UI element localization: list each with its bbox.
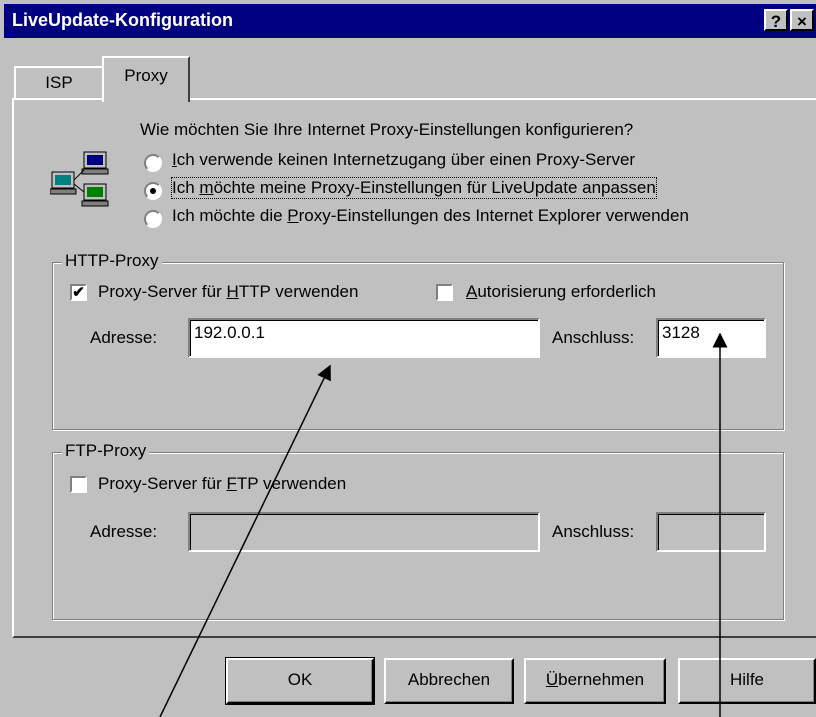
radio-custom-proxy-label[interactable]: Ich möchte meine Proxy-Einstellungen für…	[171, 177, 657, 199]
http-port-input[interactable]: 3128	[656, 318, 766, 358]
cancel-button[interactable]: Abbrechen	[384, 658, 514, 704]
radio-no-proxy[interactable]	[144, 154, 162, 172]
proxy-question: Wie möchten Sie Ihre Internet Proxy-Eins…	[140, 120, 634, 139]
http-proxy-checkbox-label[interactable]: Proxy-Server für HTTP verwenden	[98, 282, 358, 302]
tab-isp[interactable]: ISP	[14, 66, 104, 100]
window-title: LiveUpdate-Konfiguration	[12, 10, 233, 30]
help-dialog-button[interactable]: Hilfe	[678, 658, 816, 704]
radio-ie-proxy-label[interactable]: Ich möchte die Proxy-Einstellungen des I…	[172, 206, 689, 226]
auth-required-label[interactable]: Autorisierung erforderlich	[466, 282, 656, 302]
http-proxy-legend: HTTP-Proxy	[62, 251, 162, 271]
http-address-input[interactable]: 192.0.0.1	[188, 318, 540, 358]
apply-button[interactable]: Übernehmen	[524, 658, 666, 704]
check-mark-icon: ✔	[72, 284, 85, 301]
radio-ie-proxy[interactable]	[144, 210, 162, 228]
network-computers-icon	[50, 151, 109, 207]
radio-custom-proxy[interactable]	[144, 182, 162, 200]
dialog-window: LiveUpdate-Konfiguration ? × ISP Proxy W…	[0, 0, 816, 717]
close-button[interactable]: ×	[790, 9, 814, 31]
title-bar: LiveUpdate-Konfiguration ? ×	[4, 4, 816, 38]
ftp-address-label: Adresse:	[90, 522, 158, 541]
http-address-label: Adresse:	[90, 328, 158, 347]
help-button[interactable]: ?	[764, 9, 788, 31]
radio-no-proxy-label[interactable]: Ich verwende keinen Internetzugang über …	[172, 150, 635, 170]
ok-button[interactable]: OK	[225, 657, 375, 705]
auth-required-checkbox[interactable]	[436, 284, 453, 301]
tab-proxy[interactable]: Proxy	[102, 56, 190, 102]
http-proxy-checkbox[interactable]: ✔	[70, 284, 87, 301]
ftp-address-input[interactable]	[188, 512, 540, 552]
ftp-proxy-legend: FTP-Proxy	[62, 441, 150, 461]
http-port-label: Anschluss:	[552, 328, 635, 347]
ftp-proxy-checkbox[interactable]	[70, 476, 87, 493]
ftp-port-label: Anschluss:	[552, 522, 635, 541]
ftp-port-input[interactable]	[656, 512, 766, 552]
ftp-proxy-checkbox-label[interactable]: Proxy-Server für FTP verwenden	[98, 474, 346, 494]
